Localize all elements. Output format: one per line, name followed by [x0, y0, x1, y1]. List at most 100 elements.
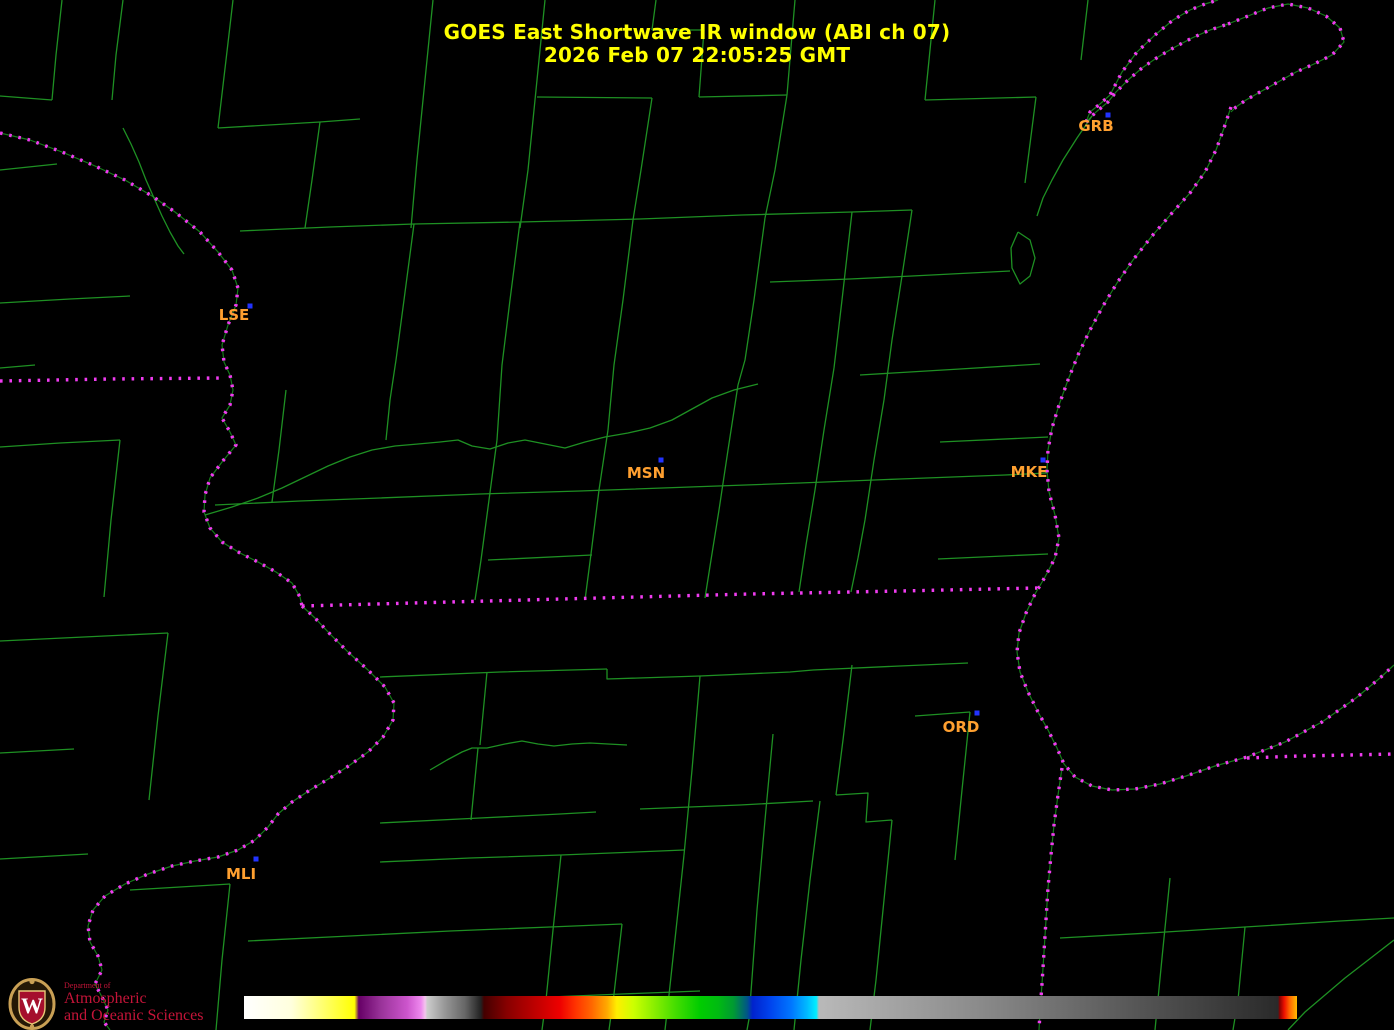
mn-ia-line: [0, 378, 222, 381]
city-label-msn: MSN: [627, 464, 665, 482]
mississippi-lower: [88, 606, 394, 1030]
county-line: [813, 663, 968, 670]
city-label-lse: LSE: [219, 306, 250, 324]
city-dot-mli: [254, 857, 259, 862]
county-line: [216, 884, 230, 1030]
county-line: [925, 97, 1036, 100]
county-line: [248, 924, 622, 941]
county-line: [836, 793, 892, 822]
state-borders-layer: [0, 0, 1394, 1030]
county-line: [0, 296, 130, 303]
county-line: [537, 97, 652, 98]
wi-il-line: [302, 588, 1037, 606]
logo-dept-label: Department of: [64, 978, 203, 990]
county-line: [488, 555, 592, 560]
county-line: [915, 712, 970, 716]
county-line: [0, 633, 168, 641]
county-line: [738, 218, 765, 385]
city-label-mli: MLI: [226, 865, 256, 883]
county-line: [705, 385, 738, 598]
satellite-image-viewport: GRB LSE MSN MKE ORD MLI GOES East Shortwave I…: [0, 0, 1394, 1030]
county-line: [0, 96, 52, 100]
county-line: [380, 855, 561, 862]
county-line: [765, 95, 787, 218]
crest-w-letter: W: [21, 993, 43, 1018]
county-line: [684, 676, 700, 855]
county-line: [770, 271, 1010, 282]
colorbar: [244, 996, 1297, 1019]
county-line: [1025, 97, 1036, 183]
city-label-mke: MKE: [1011, 463, 1048, 481]
county-line: [836, 665, 852, 795]
county-line: [0, 854, 88, 859]
city-markers-layer: GRB LSE MSN MKE ORD MLI: [219, 113, 1114, 884]
county-line: [497, 222, 520, 440]
county-line: [475, 440, 497, 600]
county-line: [130, 884, 230, 890]
logo-line-2: and Oceanic Sciences: [64, 1007, 203, 1024]
mississippi-upper: [0, 133, 302, 606]
county-line: [205, 384, 758, 515]
county-line: [561, 850, 684, 855]
logo-text: Department of Atmospheric and Oceanic Sc…: [64, 978, 203, 1024]
county-line: [608, 220, 633, 430]
city-dot-msn: [659, 458, 664, 463]
county-line: [640, 210, 912, 219]
il-in-line-underlay: [1039, 768, 1062, 1030]
county-line: [386, 224, 414, 440]
county-line: [851, 558, 858, 592]
county-line: [218, 119, 360, 128]
county-line: [0, 365, 35, 368]
county-line: [585, 430, 608, 600]
county-line: [380, 473, 1047, 498]
city-dot-mke: [1041, 458, 1046, 463]
county-line: [1288, 940, 1394, 1030]
county-line: [858, 400, 884, 558]
mississippi-lower-underlay: [88, 606, 394, 1030]
lake-michigan-shore: [1017, 107, 1394, 790]
county-line: [0, 440, 120, 447]
county-line: [471, 748, 478, 820]
county-line: [0, 749, 74, 753]
county-line: [884, 276, 902, 400]
county-line: [607, 669, 813, 679]
uw-crest-icon: W: [8, 978, 56, 1030]
county-line: [902, 210, 912, 276]
county-line: [633, 98, 652, 220]
county-line: [380, 669, 607, 677]
logo-line-1: Atmospheric: [64, 990, 203, 1007]
county-line: [938, 554, 1048, 559]
county-line: [0, 164, 57, 170]
city-label-ord: ORD: [943, 718, 980, 736]
county-line: [699, 95, 787, 97]
title-line-2: 2026 Feb 07 22:05:25 GMT: [0, 44, 1394, 67]
county-line: [240, 219, 640, 231]
county-line: [215, 498, 380, 505]
county-line: [640, 801, 813, 809]
county-line: [272, 390, 286, 502]
county-line: [940, 437, 1048, 442]
county-line: [480, 672, 487, 745]
mississippi-upper-underlay: [0, 133, 302, 606]
county-line: [380, 812, 596, 823]
image-title: GOES East Shortwave IR window (ABI ch 07…: [0, 21, 1394, 67]
county-lines-layer: [0, 0, 1394, 1030]
aos-logo: W Department of Atmospheric and Oceanic …: [8, 978, 203, 1030]
county-line: [1011, 232, 1035, 284]
county-line: [149, 633, 168, 800]
lake-michigan-shore-underlay: [1017, 107, 1394, 790]
in-mi-line: [1247, 754, 1394, 758]
county-line: [1060, 918, 1394, 938]
county-line: [123, 128, 184, 254]
county-line: [430, 741, 627, 770]
shoreline-county-underlay: [0, 0, 1394, 1030]
county-line: [747, 734, 773, 1030]
county-line: [799, 368, 834, 592]
il-in-line: [1039, 768, 1062, 1030]
city-dot-ord: [975, 711, 980, 716]
title-line-1: GOES East Shortwave IR window (ABI ch 07…: [0, 21, 1394, 44]
county-line: [305, 122, 320, 228]
map-svg: GRB LSE MSN MKE ORD MLI: [0, 0, 1394, 1030]
city-label-grb: GRB: [1078, 117, 1113, 135]
county-line: [834, 212, 852, 368]
